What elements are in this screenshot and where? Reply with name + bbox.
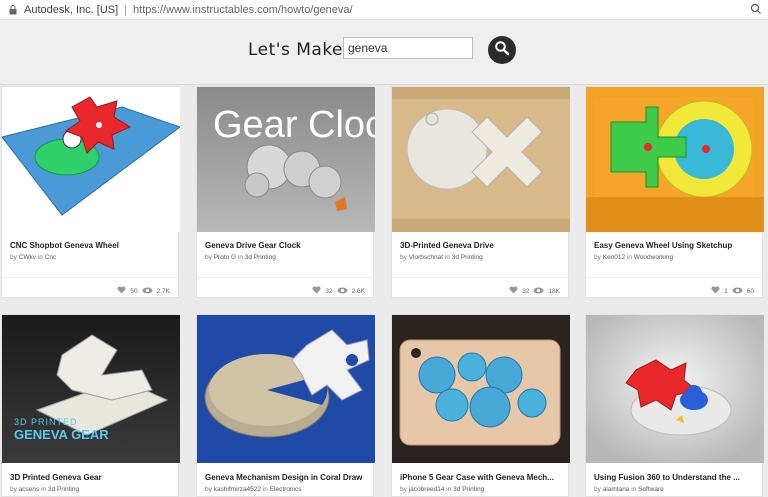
project-title[interactable]: 3D-Printed Geneva Drive xyxy=(400,241,565,250)
project-thumbnail[interactable]: 3D PRINTED GENEVA GEAR xyxy=(2,315,180,463)
project-card[interactable]: Easy Geneva Wheel Using Sketchup by Ken0… xyxy=(585,86,764,298)
gear-clock-overlay: Gear Clock xyxy=(213,104,375,146)
project-meta: by jacobreed14 in 3d Printing xyxy=(400,486,485,493)
brand-logo[interactable]: Let's Make xyxy=(248,40,343,60)
category-link[interactable]: 3d Printing xyxy=(48,486,79,493)
author-link[interactable]: Vlorbschnat xyxy=(409,254,443,261)
geneva-gear-overlay-line1: 3D PRINTED xyxy=(14,417,78,427)
eye-icon xyxy=(732,287,743,296)
project-title[interactable]: Using Fusion 360 to Understand the ... xyxy=(594,473,759,482)
project-card[interactable]: Gear Clock Geneva Drive Gear Clock by Pr… xyxy=(196,86,375,298)
heart-icon xyxy=(312,286,321,296)
project-stats: 50 2.7K xyxy=(117,286,170,296)
category-link[interactable]: Electronics xyxy=(270,486,302,493)
project-thumbnail[interactable] xyxy=(586,87,764,232)
project-stats: 32 2.6K xyxy=(312,286,365,296)
project-meta: by alamtaria in Software xyxy=(594,486,664,493)
card-divider xyxy=(586,277,764,278)
search-input[interactable] xyxy=(343,37,473,59)
category-link[interactable]: Software xyxy=(638,486,664,493)
project-thumbnail[interactable] xyxy=(197,315,375,463)
project-title[interactable]: 3D Printed Geneva Gear xyxy=(10,473,175,482)
project-thumbnail[interactable]: Gear Clock xyxy=(197,87,375,232)
project-card[interactable]: Geneva Mechanism Design in Coral Draw by… xyxy=(196,314,375,497)
project-title[interactable]: Geneva Drive Gear Clock xyxy=(205,241,370,250)
project-title[interactable]: Geneva Mechanism Design in Coral Draw xyxy=(205,473,370,482)
category-link[interactable]: Woodworking xyxy=(634,254,673,261)
project-card[interactable]: 3D PRINTED GENEVA GEAR 3D Printed Geneva… xyxy=(1,314,180,497)
favorites-count: 50 xyxy=(130,287,138,295)
project-meta: by Vlorbschnat in 3d Printing xyxy=(400,254,483,261)
project-card[interactable]: iPhone 5 Gear Case with Geneva Mech... b… xyxy=(391,314,570,497)
geneva-gear-overlay-line2: GENEVA GEAR xyxy=(14,427,109,442)
category-link[interactable]: 3d Printing xyxy=(245,254,276,261)
site-header: Let's Make xyxy=(0,20,768,85)
project-card[interactable]: Using Fusion 360 to Understand the ... b… xyxy=(585,314,764,497)
card-divider xyxy=(197,277,375,278)
project-thumbnail[interactable] xyxy=(392,315,570,463)
project-meta: by kashifmirza4522 in Electronics xyxy=(205,486,302,493)
project-meta: by Ken012 in Woodworking xyxy=(594,254,674,261)
project-title[interactable]: iPhone 5 Gear Case with Geneva Mech... xyxy=(400,473,565,482)
category-link[interactable]: 3d Printing xyxy=(452,254,483,261)
author-link[interactable]: Ken012 xyxy=(603,254,625,261)
url-separator: | xyxy=(124,3,128,16)
lock-icon xyxy=(8,4,18,15)
project-meta: by Proto G in 3d Printing xyxy=(205,254,276,261)
project-meta: by CWkv in Cnc xyxy=(10,254,57,261)
eye-icon xyxy=(142,287,153,296)
views-count: 60 xyxy=(746,287,754,295)
project-card[interactable]: 3D-Printed Geneva Drive by Vlorbschnat i… xyxy=(391,86,570,298)
author-link[interactable]: jacobreed14 xyxy=(409,486,445,493)
eye-icon xyxy=(533,287,544,296)
author-link[interactable]: kashifmirza4522 xyxy=(214,486,261,493)
favorites-count: 1 xyxy=(724,287,728,295)
heart-icon xyxy=(509,286,518,296)
favorites-count: 32 xyxy=(522,287,530,295)
favorites-count: 32 xyxy=(325,287,333,295)
search-icon xyxy=(494,40,510,61)
card-divider xyxy=(392,277,570,278)
heart-icon xyxy=(117,286,126,296)
project-thumbnail[interactable] xyxy=(2,87,180,232)
project-stats: 32 18K xyxy=(509,286,560,296)
views-count: 2.7K xyxy=(156,287,170,295)
eye-icon xyxy=(337,287,348,296)
address-bar[interactable]: Autodesk, Inc. [US] | https://www.instru… xyxy=(0,0,768,20)
views-count: 2.6K xyxy=(351,287,365,295)
site-org: Autodesk, Inc. [US] xyxy=(24,3,119,16)
search-button[interactable] xyxy=(488,36,516,64)
card-divider xyxy=(2,277,180,278)
project-meta: by acsens in 3d Printing xyxy=(10,486,80,493)
project-title[interactable]: CNC Shopbot Geneva Wheel xyxy=(10,241,175,250)
author-link[interactable]: alamtaria xyxy=(603,486,630,493)
url-text[interactable]: https://www.instructables.com/howto/gene… xyxy=(133,4,353,16)
author-link[interactable]: CWkv xyxy=(19,254,36,261)
author-link[interactable]: Proto G xyxy=(214,254,236,261)
author-link[interactable]: acsens xyxy=(19,486,40,493)
project-stats: 1 60 xyxy=(711,286,754,296)
zoom-icon[interactable] xyxy=(750,3,762,15)
heart-icon xyxy=(711,286,720,296)
project-title[interactable]: Easy Geneva Wheel Using Sketchup xyxy=(594,241,759,250)
project-thumbnail[interactable] xyxy=(586,315,764,463)
category-link[interactable]: Cnc xyxy=(45,254,57,261)
project-thumbnail[interactable] xyxy=(392,87,570,232)
views-count: 18K xyxy=(548,287,560,295)
category-link[interactable]: 3d Printing xyxy=(453,486,484,493)
project-card[interactable]: CNC Shopbot Geneva Wheel by CWkv in Cnc … xyxy=(1,86,180,298)
